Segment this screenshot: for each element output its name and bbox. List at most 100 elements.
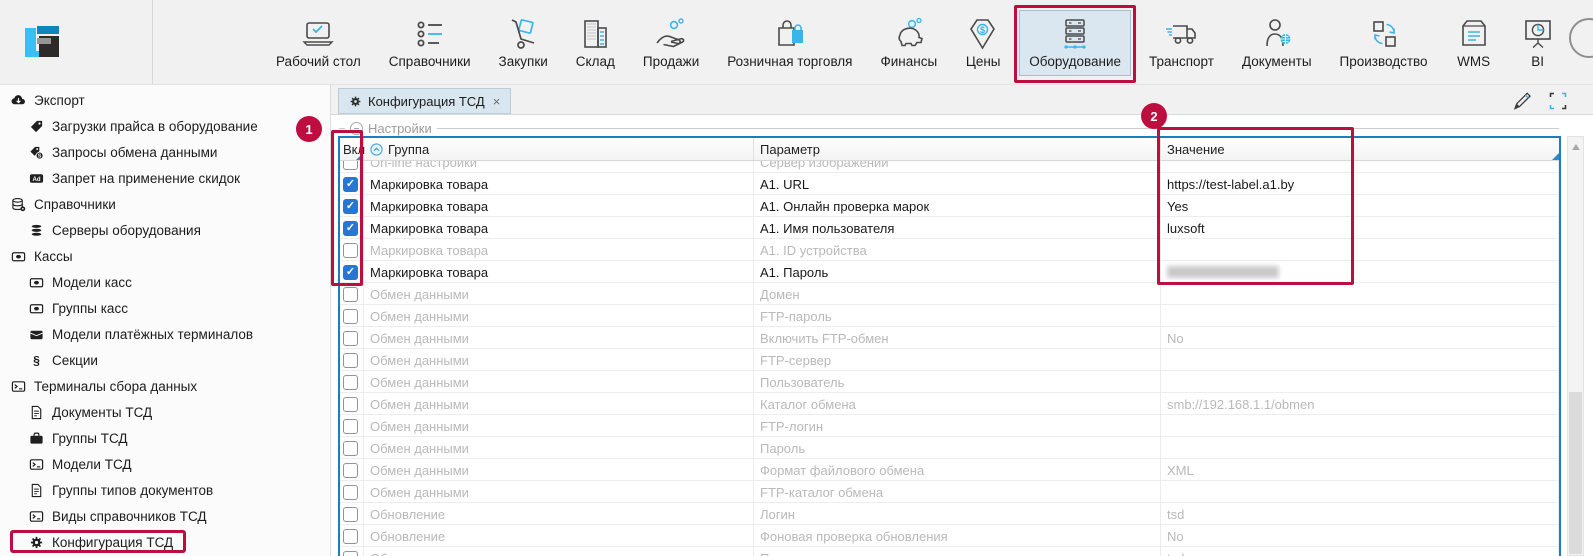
sidebar-item-tsd-directory-kinds[interactable]: Виды справочников ТСД	[0, 503, 330, 529]
toolbar-item-prices[interactable]: $Цены	[955, 10, 1011, 76]
param-cell[interactable]: Включить FTP-обмен	[754, 327, 1161, 349]
sidebar-item-price-loads[interactable]: Загрузки прайса в оборудование	[0, 113, 330, 139]
group-cell[interactable]: Маркировка товара	[364, 195, 754, 217]
row-checkbox[interactable]	[343, 221, 358, 236]
value-cell[interactable]	[1161, 305, 1559, 327]
row-checkbox[interactable]	[343, 353, 358, 368]
group-cell[interactable]: Маркировка товара	[364, 173, 754, 195]
toolbar-item-desktop[interactable]: Рабочий стол	[266, 10, 371, 76]
group-cell[interactable]: Обновление	[364, 547, 754, 556]
sidebar-item-cash-groups[interactable]: Группы касс	[0, 295, 330, 321]
fullscreen-expand-icon[interactable]	[1547, 90, 1569, 112]
sidebar-item-export[interactable]: Экспорт	[0, 87, 330, 113]
toolbar-item-wms[interactable]: WMS	[1446, 10, 1502, 76]
param-cell[interactable]: A1. URL	[754, 173, 1161, 195]
toolbar-right-circle-button[interactable]	[1569, 18, 1593, 58]
row-checkbox[interactable]	[343, 551, 358, 556]
value-cell[interactable]: No	[1161, 525, 1559, 547]
column-header-enabled[interactable]: Вкл	[340, 138, 364, 160]
sidebar-item-discount-ban[interactable]: AdЗапрет на применение скидок	[0, 165, 330, 191]
group-cell[interactable]: Обмен данными	[364, 393, 754, 415]
sidebar-item-equipment-servers[interactable]: Серверы оборудования	[0, 217, 330, 243]
sidebar-item-tsd-groups[interactable]: Группы ТСД	[0, 425, 330, 451]
toolbar-item-finance[interactable]: Финансы	[871, 10, 948, 76]
value-cell[interactable]: https://test-label.a1.by	[1161, 173, 1559, 195]
sidebar-item-tsd-terminals[interactable]: Терминалы сбора данных	[0, 373, 330, 399]
row-checkbox[interactable]	[343, 441, 358, 456]
value-cell[interactable]: No	[1161, 327, 1559, 349]
column-header-group[interactable]: Группа	[364, 138, 754, 160]
row-checkbox[interactable]	[343, 419, 358, 434]
toolbar-item-transport[interactable]: Транспорт	[1139, 10, 1224, 76]
row-checkbox[interactable]	[343, 397, 358, 412]
param-cell[interactable]: Сервер изображений	[754, 161, 1161, 173]
row-checkbox[interactable]	[343, 199, 358, 214]
sidebar-item-tsd-documents[interactable]: Документы ТСД	[0, 399, 330, 425]
group-cell[interactable]: Обмен данными	[364, 459, 754, 481]
value-cell[interactable]: smb://192.168.1.1/obmen	[1161, 393, 1559, 415]
sidebar-item-tsd-models[interactable]: Модели ТСД	[0, 451, 330, 477]
group-cell[interactable]: Обмен данными	[364, 481, 754, 503]
group-cell[interactable]: Обмен данными	[364, 437, 754, 459]
param-cell[interactable]: Фоновая проверка обновления	[754, 525, 1161, 547]
column-header-value[interactable]: Значение	[1161, 138, 1559, 160]
param-cell[interactable]: FTP-пароль	[754, 305, 1161, 327]
value-cell[interactable]	[1161, 415, 1559, 437]
toolbar-item-retail[interactable]: Розничная торговля	[717, 10, 862, 76]
collapse-minus-icon[interactable]	[350, 122, 363, 135]
row-checkbox[interactable]	[343, 265, 358, 280]
param-cell[interactable]: A1. Пароль	[754, 261, 1161, 283]
sidebar-item-directories[interactable]: Справочники	[0, 191, 330, 217]
value-cell[interactable]	[1161, 437, 1559, 459]
param-cell[interactable]: Каталог обмена	[754, 393, 1161, 415]
sidebar-item-cash-registers[interactable]: Кассы	[0, 243, 330, 269]
param-cell[interactable]: FTP-сервер	[754, 349, 1161, 371]
toolbar-item-bi[interactable]: BI	[1510, 10, 1566, 76]
sidebar-item-payment-terminal-models[interactable]: Модели платёжных терминалов	[0, 321, 330, 347]
value-cell[interactable]	[1161, 239, 1559, 261]
tab-tsd-configuration[interactable]: Конфигурация ТСД ×	[338, 88, 511, 114]
group-cell[interactable]: Маркировка товара	[364, 217, 754, 239]
sidebar-item-doc-type-groups[interactable]: Группы типов документов	[0, 477, 330, 503]
toolbar-item-documents[interactable]: Документы	[1232, 10, 1322, 76]
group-cell[interactable]: Обмен данными	[364, 371, 754, 393]
value-cell[interactable]	[1161, 371, 1559, 393]
param-cell[interactable]: Пароль	[754, 547, 1161, 556]
value-cell[interactable]	[1161, 261, 1559, 283]
param-cell[interactable]: A1. Имя пользователя	[754, 217, 1161, 239]
sidebar-item-tsd-configuration[interactable]: Конфигурация ТСД	[0, 529, 330, 555]
group-cell[interactable]: On-line настройки	[364, 161, 754, 173]
tab-close-icon[interactable]: ×	[493, 94, 501, 109]
toolbar-item-sales[interactable]: Продажи	[633, 10, 709, 76]
column-header-param[interactable]: Параметр	[754, 138, 1161, 160]
param-cell[interactable]: Пароль	[754, 437, 1161, 459]
group-cell[interactable]: Обновление	[364, 503, 754, 525]
toolbar-item-directories[interactable]: Справочники	[379, 10, 481, 76]
sidebar-item-cash-models[interactable]: Модели касс	[0, 269, 330, 295]
group-cell[interactable]: Обновление	[364, 525, 754, 547]
row-checkbox[interactable]	[343, 287, 358, 302]
param-cell[interactable]: Пользователь	[754, 371, 1161, 393]
value-cell[interactable]: Yes	[1161, 195, 1559, 217]
param-cell[interactable]: Формат файлового обмена	[754, 459, 1161, 481]
row-checkbox[interactable]	[343, 529, 358, 544]
group-cell[interactable]: Обмен данными	[364, 283, 754, 305]
value-cell[interactable]	[1161, 481, 1559, 503]
param-cell[interactable]: A1. ID устройства	[754, 239, 1161, 261]
toolbar-item-production[interactable]: Производство	[1330, 10, 1438, 76]
value-cell[interactable]	[1161, 283, 1559, 305]
value-cell[interactable]	[1161, 161, 1559, 173]
value-cell[interactable]: tsd	[1161, 503, 1559, 525]
value-cell[interactable]: luxsoft	[1161, 217, 1559, 239]
row-checkbox[interactable]	[343, 463, 358, 478]
sort-ascending-icon[interactable]	[370, 143, 383, 156]
toolbar-item-purchases[interactable]: Закупки	[489, 10, 558, 76]
param-cell[interactable]: A1. Онлайн проверка марок	[754, 195, 1161, 217]
sidebar-item-exchange-requests[interactable]: SЗапросы обмена данными	[0, 139, 330, 165]
row-checkbox[interactable]	[343, 177, 358, 192]
param-cell[interactable]: Домен	[754, 283, 1161, 305]
param-cell[interactable]: Логин	[754, 503, 1161, 525]
group-cell[interactable]: Маркировка товара	[364, 239, 754, 261]
row-checkbox[interactable]	[343, 485, 358, 500]
group-cell[interactable]: Обмен данными	[364, 305, 754, 327]
